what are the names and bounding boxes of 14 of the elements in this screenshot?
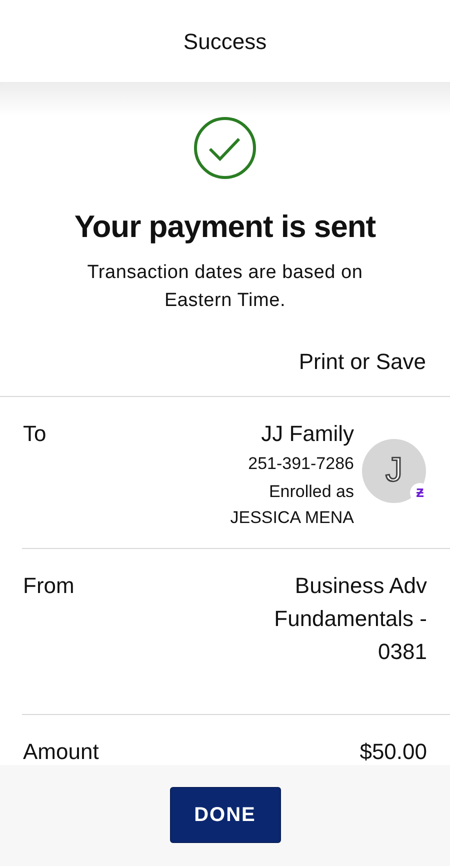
print-link[interactable]: Print or Save [298, 344, 426, 378]
enrolled-name: JESSICA MENA [230, 506, 354, 528]
done-button[interactable]: DONE [170, 787, 280, 843]
status-note: Transaction dates are based on Eastern Time. [86, 260, 364, 312]
screen-title: Success [183, 28, 267, 56]
amount-value: $50.00 [360, 738, 427, 766]
account-name: Business Adv Fundamentals - 0381 [273, 572, 427, 666]
detail-label: Amount [23, 738, 99, 766]
detail-label: From [23, 572, 74, 600]
payee-phone: 251-391-7286 [247, 452, 354, 474]
enrolled-label: Enrolled as [268, 480, 354, 502]
detail-label: To [23, 420, 46, 448]
status-title: Your payment is sent [73, 208, 377, 246]
payee-name: JJ Family [260, 420, 354, 448]
